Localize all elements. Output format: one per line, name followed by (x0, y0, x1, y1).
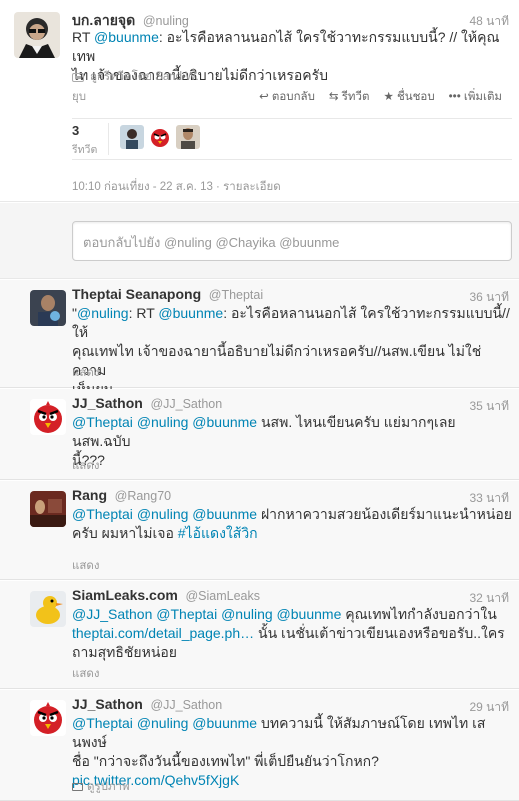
tweet-text: @JJ_Sathon @Theptai @nuling @buunme คุณเ… (72, 605, 512, 662)
rt-prefix: RT (72, 29, 95, 45)
avatar[interactable] (30, 399, 66, 435)
expand-link[interactable]: แสดง (72, 457, 100, 475)
mention-link[interactable]: @JJ_Sathon (72, 606, 152, 622)
tweet-header: SiamLeaks.com @SiamLeaks (72, 587, 260, 603)
url-link[interactable]: theptai.com/detail_page.ph… (72, 625, 254, 641)
reply-box-area: ตอบกลับไปยัง @nuling @Chayika @buunme (0, 203, 519, 279)
more-icon: ••• (448, 91, 464, 103)
main-tweet: บก.ลายจุด @nuling 48 นาที RT @buunme: อะ… (0, 0, 519, 202)
tweet-actions: ↩ ตอบกลับ ⇆ รีทวีต ★ ชื่นชอบ ••• เพิ่มเต… (259, 88, 502, 106)
user-name[interactable]: JJ_Sathon (72, 395, 143, 411)
user-handle[interactable]: @nuling (143, 14, 189, 28)
retweet-action-icon: ⇆ (328, 91, 342, 103)
mention-link[interactable]: @buunme (277, 606, 342, 622)
user-handle[interactable]: @JJ_Sathon (150, 397, 222, 411)
tweet-header: Theptai Seanapong @Theptai (72, 286, 263, 302)
retweet-icon (72, 72, 84, 82)
mention-link[interactable]: @nuling (221, 606, 273, 622)
expand-link[interactable]: แสดง (72, 665, 100, 683)
pic-link[interactable]: pic.twitter.com/Qehv5fXjgK (72, 771, 512, 790)
retweet-button[interactable]: ⇆ รีทวีต (329, 88, 370, 106)
mention-link[interactable]: @nuling (77, 305, 129, 321)
avatar[interactable] (30, 491, 66, 527)
mention-link[interactable]: @nuling (137, 715, 189, 731)
tweet-header: JJ_Sathon @JJ_Sathon (72, 395, 222, 411)
tweet-timestamp[interactable]: 10:10 ก่อนเที่ยง - 22 ส.ค. 13 · รายละเอี… (72, 178, 281, 196)
tweet-line: @Theptai @nuling @buunme นสพ. ไหนเขียนคร… (72, 414, 456, 449)
collapse-link[interactable]: ยุบ (72, 88, 86, 106)
mention-link[interactable]: @buunme (192, 715, 257, 731)
retweeter-avatar[interactable] (148, 125, 172, 149)
reply-icon: ↩ (259, 91, 272, 103)
retweeted-by: ถูกรีทวีตโดย Sand W. (72, 68, 199, 86)
user-name[interactable]: SiamLeaks.com (72, 587, 178, 603)
avatar[interactable] (30, 591, 66, 627)
photo-icon (72, 782, 83, 791)
expand-link[interactable]: แสดง (72, 364, 100, 382)
favorite-button[interactable]: ★ ชื่นชอบ (383, 88, 434, 106)
expand-link[interactable]: แสดง (72, 557, 100, 575)
user-handle[interactable]: @SiamLeaks (185, 589, 260, 603)
user-name[interactable]: JJ_Sathon (72, 696, 143, 712)
tweet-text: @Theptai @nuling @buunme ฝากหาความสวยน้อ… (72, 505, 512, 543)
retweet-count-label: รีทวีต (72, 144, 98, 156)
user-handle[interactable]: @Theptai (209, 288, 263, 302)
reply-button[interactable]: ↩ ตอบกลับ (259, 88, 315, 106)
avatar[interactable] (30, 700, 66, 736)
mention-link[interactable]: @nuling (137, 414, 189, 430)
mention-link[interactable]: @Theptai (72, 506, 133, 522)
retweeter-avatar[interactable] (176, 125, 200, 149)
retweeted-by-text[interactable]: ถูกรีทวีตโดย Sand W. (90, 68, 199, 86)
tweet-line: คุณเทพไท เจ้าของฉายานี้อธิบายไม่ดีกว่าเห… (72, 343, 482, 378)
mention-link[interactable]: @Theptai (72, 715, 133, 731)
avatar[interactable] (30, 290, 66, 326)
tweet-line: "@nuling: RT @buunme: อะไรคือหลานนอกไส้ … (72, 305, 510, 340)
mention-link[interactable]: @buunme (192, 414, 257, 430)
reply-input[interactable]: ตอบกลับไปยัง @nuling @Chayika @buunme (72, 221, 512, 261)
avatar[interactable] (14, 12, 60, 58)
tweet-line: ถามสุทธิชัยหน่อย (72, 644, 177, 660)
mention-link[interactable]: @buunme (192, 506, 257, 522)
tweet-text: @Theptai @nuling @buunme บทความนี้ ให้สั… (72, 714, 512, 790)
user-handle[interactable]: @JJ_Sathon (150, 698, 222, 712)
reply-tweet[interactable]: JJ_Sathon @JJ_Sathon 35 นาที @Theptai @n… (0, 389, 519, 480)
star-icon: ★ (383, 91, 397, 103)
retweeter-avatar[interactable] (120, 125, 144, 149)
mention-link[interactable]: @Theptai (72, 414, 133, 430)
user-name[interactable]: บก.ลายจุด (72, 12, 135, 28)
tweet-line: นี้??? (72, 452, 105, 468)
tweet-line: theptai.com/detail_page.ph… นั้น เนชั่นเ… (72, 625, 505, 641)
tweet-header: Rang @Rang70 (72, 487, 171, 503)
view-photo-link[interactable]: ดูรูปภาพ (72, 778, 130, 796)
more-button[interactable]: ••• เพิ่มเติม (449, 88, 502, 106)
user-name[interactable]: Rang (72, 487, 107, 503)
reply-tweet[interactable]: Theptai Seanapong @Theptai 36 นาที "@nul… (0, 280, 519, 397)
tweet-text: "@nuling: RT @buunme: อะไรคือหลานนอกไส้ … (72, 304, 512, 399)
tweet-line: ชื่อ "กว่าจะถึงวันนี้ของเทพไท" พี่เต็ปยื… (72, 753, 379, 769)
tweet-header: JJ_Sathon @JJ_Sathon (72, 696, 222, 712)
user-name[interactable]: Theptai Seanapong (72, 286, 201, 302)
mention-link[interactable]: @Theptai (156, 606, 217, 622)
reply-tweet[interactable]: SiamLeaks.com @SiamLeaks 32 นาที @JJ_Sat… (0, 581, 519, 689)
mention-link[interactable]: @buunme (158, 305, 223, 321)
mention-link[interactable]: @nuling (137, 506, 189, 522)
retweet-count[interactable]: 3 (72, 123, 79, 138)
user-handle[interactable]: @Rang70 (115, 489, 171, 503)
mention-link[interactable]: @buunme (94, 29, 159, 45)
tweet-line: @Theptai @nuling @buunme บทความนี้ ให้สั… (72, 715, 486, 750)
reply-tweet[interactable]: JJ_Sathon @JJ_Sathon 29 นาที @Theptai @n… (0, 690, 519, 801)
tweet-text: @Theptai @nuling @buunme นสพ. ไหนเขียนคร… (72, 413, 512, 470)
hashtag-link[interactable]: #ไอ้แดงใส้วิก (178, 525, 258, 541)
tweet-line: @Theptai @nuling @buunme ฝากหาความสวยน้อ… (72, 506, 512, 522)
reply-tweet[interactable]: Rang @Rang70 33 นาที @Theptai @nuling @b… (0, 481, 519, 580)
tweet-line: @JJ_Sathon @Theptai @nuling @buunme คุณเ… (72, 606, 497, 622)
tweet-line: ครับ ผมหาไม่เจอ (72, 525, 178, 541)
stats-divider (108, 123, 109, 155)
tweet-stats: 3 รีทวีต (72, 118, 512, 160)
